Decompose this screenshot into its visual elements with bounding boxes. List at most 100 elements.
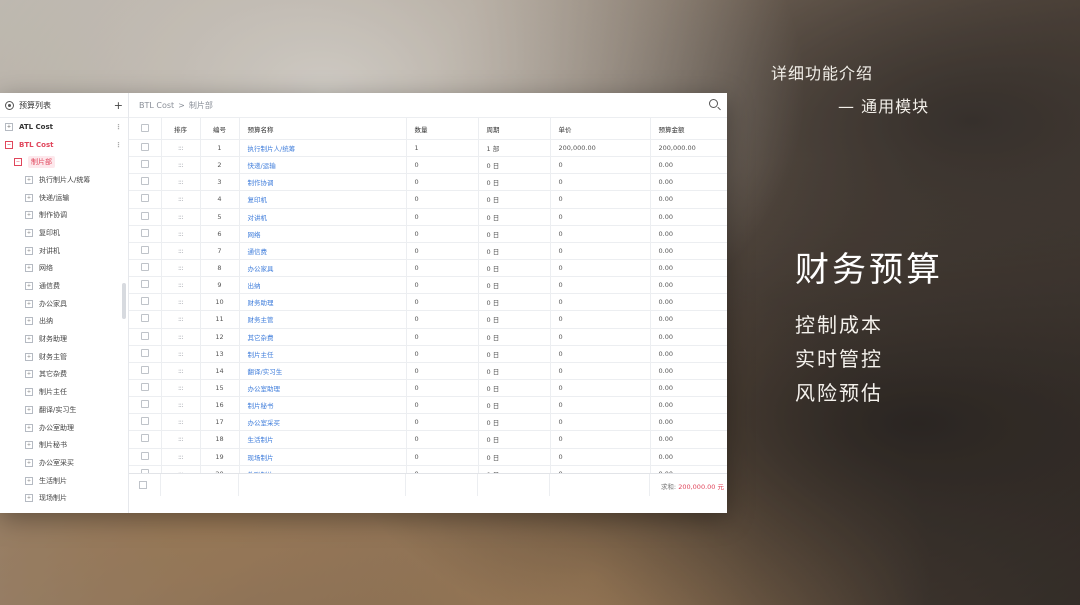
row-checkbox[interactable] <box>129 448 162 466</box>
row-quantity[interactable]: 1 <box>406 139 479 158</box>
row-unit-price[interactable]: 200,000.00 <box>550 139 651 158</box>
row-quantity[interactable]: 0 <box>406 345 479 363</box>
col-header-number[interactable]: 编号 <box>200 118 240 140</box>
expand-icon[interactable]: + <box>25 388 33 397</box>
row-unit-price[interactable]: 0 <box>550 345 651 363</box>
row-name-link[interactable]: 制片主任 <box>239 345 407 363</box>
tree-group[interactable]: − BTL Cost ⋮ <box>0 136 128 154</box>
row-checkbox[interactable] <box>129 345 162 363</box>
expand-icon[interactable]: + <box>25 335 33 344</box>
row-checkbox[interactable] <box>129 328 162 346</box>
table-row[interactable]: ::: 6 网络 0 0 日 0 0.00 <box>129 225 727 243</box>
row-checkbox[interactable] <box>129 430 162 449</box>
expand-icon[interactable]: + <box>25 175 33 184</box>
row-unit-price[interactable]: 0 <box>550 430 651 449</box>
drag-handle-icon[interactable]: ::: <box>161 225 201 243</box>
row-name-link[interactable]: 办公室采买 <box>239 413 407 432</box>
row-unit-price[interactable]: 0 <box>550 396 651 415</box>
row-checkbox[interactable] <box>129 259 162 278</box>
row-period[interactable]: 0 日 <box>478 430 551 449</box>
row-checkbox[interactable] <box>129 225 162 243</box>
row-name-link[interactable]: 翻译/实习生 <box>239 362 407 380</box>
expand-icon[interactable]: + <box>25 405 33 414</box>
row-name-link[interactable]: 复印机 <box>239 190 407 209</box>
row-checkbox[interactable] <box>129 190 162 209</box>
expand-icon[interactable]: + <box>25 264 33 273</box>
tree-item[interactable]: + 财务助理 <box>0 330 128 348</box>
row-period[interactable]: 0 日 <box>478 396 551 415</box>
table-row[interactable]: ::: 16 制片秘书 0 0 日 0 0.00 <box>129 396 727 415</box>
drag-handle-icon[interactable]: ::: <box>161 328 201 346</box>
table-row[interactable]: ::: 18 生活制片 0 0 日 0 0.00 <box>129 430 727 449</box>
row-name-link[interactable]: 执行制片人/统筹 <box>239 139 407 158</box>
tree-item[interactable]: + 现场制片 <box>0 489 128 507</box>
tree-item[interactable]: + 制片秘书 <box>0 436 128 454</box>
tree-item[interactable]: + 快递/运输 <box>0 189 128 207</box>
col-header-period[interactable]: 周期 <box>478 118 551 140</box>
expand-icon[interactable] <box>139 481 147 489</box>
expand-icon[interactable]: + <box>25 299 33 308</box>
more-icon[interactable]: ⋮ <box>115 123 122 131</box>
row-name-link[interactable]: 财务主管 <box>239 310 407 329</box>
drag-handle-icon[interactable]: ::: <box>161 208 201 226</box>
tree-item[interactable]: + 生活制片 <box>0 472 128 490</box>
tree-item[interactable]: + 办公室采买 <box>0 454 128 472</box>
row-period[interactable]: 0 日 <box>478 328 551 346</box>
drag-handle-icon[interactable]: ::: <box>161 396 201 415</box>
row-quantity[interactable]: 0 <box>406 190 479 209</box>
row-unit-price[interactable]: 0 <box>550 448 651 466</box>
expand-icon[interactable]: + <box>25 246 33 255</box>
row-period[interactable]: 0 日 <box>478 345 551 363</box>
row-checkbox[interactable] <box>129 465 162 473</box>
table-row[interactable]: ::: 17 办公室采买 0 0 日 0 0.00 <box>129 413 727 432</box>
row-unit-price[interactable]: 0 <box>550 156 651 175</box>
select-all-checkbox[interactable] <box>129 118 162 140</box>
tree-item[interactable]: + 其它杂费 <box>0 366 128 384</box>
row-unit-price[interactable]: 0 <box>550 242 651 260</box>
expand-icon[interactable]: + <box>25 476 33 485</box>
row-quantity[interactable]: 0 <box>406 293 479 312</box>
row-unit-price[interactable]: 0 <box>550 413 651 432</box>
drag-handle-icon[interactable]: ::: <box>161 379 201 398</box>
row-period[interactable]: 0 日 <box>478 310 551 329</box>
row-quantity[interactable]: 0 <box>406 430 479 449</box>
row-quantity[interactable]: 0 <box>406 465 479 473</box>
tree-item[interactable]: + 办公家具 <box>0 295 128 313</box>
expand-icon[interactable]: + <box>25 423 33 432</box>
row-period[interactable]: 0 日 <box>478 293 551 312</box>
row-name-link[interactable]: 通信费 <box>239 242 407 260</box>
drag-handle-icon[interactable]: ::: <box>161 310 201 329</box>
row-unit-price[interactable]: 0 <box>550 225 651 243</box>
row-period[interactable]: 0 日 <box>478 242 551 260</box>
more-icon[interactable]: ⋮ <box>115 141 122 149</box>
row-name-link[interactable]: 其它杂费 <box>239 328 407 346</box>
row-unit-price[interactable]: 0 <box>550 173 651 192</box>
row-name-link[interactable]: 现场制片 <box>239 448 407 466</box>
tree-item[interactable]: + 制片主任 <box>0 383 128 401</box>
row-period[interactable]: 0 日 <box>478 362 551 380</box>
row-period[interactable]: 0 日 <box>478 276 551 295</box>
row-quantity[interactable]: 0 <box>406 208 479 226</box>
expand-icon[interactable]: + <box>25 193 33 202</box>
table-row[interactable]: ::: 9 出纳 0 0 日 0 0.00 <box>129 276 727 295</box>
row-checkbox[interactable] <box>129 362 162 380</box>
tree-item[interactable]: + 财务主管 <box>0 348 128 366</box>
tree-item[interactable]: + 通信费 <box>0 277 128 295</box>
drag-handle-icon[interactable]: ::: <box>161 156 201 175</box>
expand-icon[interactable]: + <box>25 494 33 503</box>
col-header-unit-price[interactable]: 单价 <box>550 118 651 140</box>
row-period[interactable]: 0 日 <box>478 465 551 473</box>
row-checkbox[interactable] <box>129 208 162 226</box>
search-icon[interactable] <box>709 99 718 108</box>
row-checkbox[interactable] <box>129 310 162 329</box>
drag-handle-icon[interactable]: ::: <box>161 430 201 449</box>
row-unit-price[interactable]: 0 <box>550 328 651 346</box>
row-quantity[interactable]: 0 <box>406 225 479 243</box>
row-checkbox[interactable] <box>129 396 162 415</box>
table-row[interactable]: ::: 8 办公家具 0 0 日 0 0.00 <box>129 259 727 278</box>
row-period[interactable]: 1 部 <box>478 139 551 158</box>
expand-icon[interactable]: + <box>25 317 33 326</box>
row-unit-price[interactable]: 0 <box>550 293 651 312</box>
tree-item[interactable]: + 办公室助理 <box>0 419 128 437</box>
collapse-icon[interactable]: − <box>5 140 13 149</box>
